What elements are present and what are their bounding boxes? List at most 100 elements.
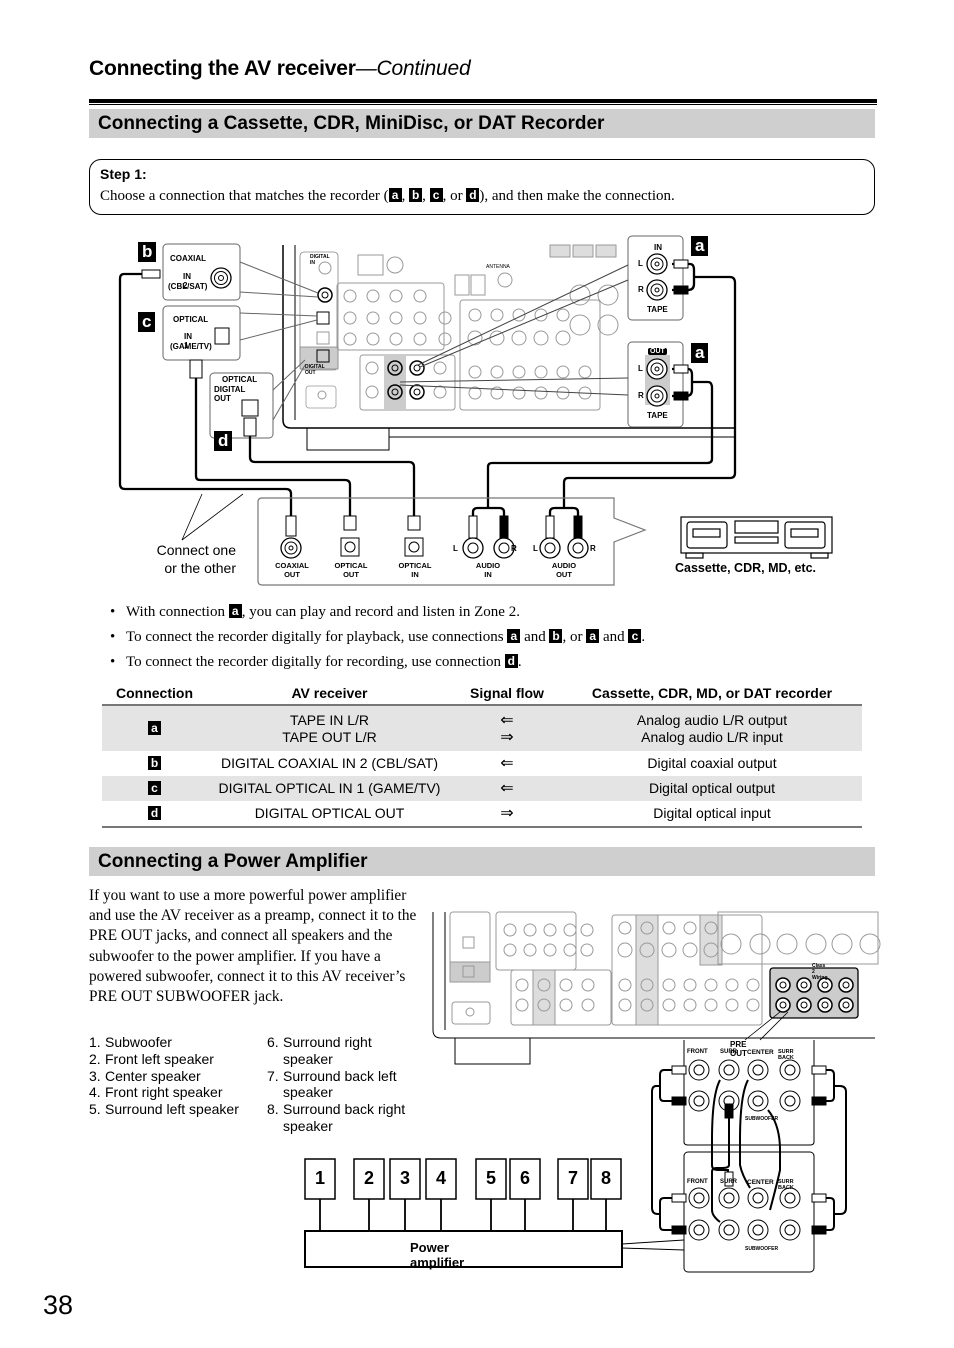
label-cbl-sat: (CBL/SAT) [168,282,208,291]
table-row: b DIGITAL COAXIAL IN 2 (CBL/SAT) ⇐ Digit… [102,751,862,776]
badge-b: b [138,242,157,262]
amp-channel-number: 2 [363,1168,374,1188]
jack-label-audio-out: AUDIO OUT [538,561,590,579]
legend-num: 6. [267,1034,279,1050]
cell-flow: ⇐ [500,755,514,772]
table-row: d DIGITAL OPTICAL OUT ⇒ Digital optical … [102,801,862,828]
legend-item: 7. Surround back left speaker [267,1068,417,1102]
label-tape: TAPE [647,411,668,420]
jack-label-coaxial-out: COAXIAL OUT [266,561,318,579]
badge-d: d [214,431,233,451]
table-row: c DIGITAL OPTICAL IN 1 (GAME/TV) ⇐ Digit… [102,776,862,801]
legend-item: 1. Subwoofer [89,1034,239,1051]
bullet-list: • With connection a, you can play and rec… [110,600,645,675]
column-header: Cassette, CDR, MD, or DAT recorder [562,683,862,706]
label-optical: OPTICAL [173,315,209,324]
table-header-row: Connection AV receiver Signal flow Casse… [102,683,862,706]
legend-item: 2. Front left speaker [89,1051,239,1068]
legend-num: 7. [267,1067,279,1084]
badge-a: a [148,721,161,735]
cell-line: TAPE IN L/R [289,711,370,728]
legend-item: 6. Surround right speaker [267,1034,417,1068]
label-l: L [453,544,458,553]
jack-label-line: OUT [556,569,572,579]
connect-one-note: Connect one or the other [148,541,236,577]
label-digital-out: DIGITAL OUT [214,385,246,403]
label-class2-wiring: Class 2 Wiring [812,963,828,981]
label-front: FRONT [687,1179,708,1185]
column-header: AV receiver [207,683,452,706]
label-l: L [638,259,643,268]
legend-num: 3. [89,1067,101,1084]
cell-flow: ⇒ [452,801,562,828]
bullet-text: With connection [126,604,229,620]
legend-num: 8. [267,1101,279,1118]
legend-text: Front right speaker [105,1084,223,1101]
label-center: CENTER [747,1049,774,1056]
badge-b: b [549,629,563,643]
label-tape-out: OUT [648,348,667,355]
column-header: Connection [102,683,207,706]
pre-out-cables [651,1069,847,1231]
badge-a: a [507,629,521,643]
label-digital-in: DIGITAL IN [310,254,330,266]
bullet-dot: • [110,604,116,620]
speaker-legend-col1: 1. Subwoofer 2. Front left speaker 3. Cente… [89,1034,239,1118]
amp-channel-number: 3 [399,1168,410,1188]
label-r: R [638,285,644,294]
legend-text: Surround left speaker [105,1101,239,1118]
badge-a: a [228,604,242,618]
bullet-text: , or [562,629,587,645]
amp-channel-number: 4 [435,1168,446,1188]
jack-label-audio-in: AUDIO IN [462,561,514,579]
jack-label-line: OUT [343,569,359,579]
bullet-text: , you can play and record and listen in … [241,604,520,620]
badge-d: d [504,654,518,668]
bullet-text: and [520,629,550,645]
label-r: R [638,391,644,400]
cell-connection: d [102,801,207,828]
cell-line: Analog audio L/R output [636,711,788,728]
badge-d: d [148,806,161,820]
cell-receiver: DIGITAL OPTICAL IN 1 (GAME/TV) [207,776,452,801]
badge-c: c [628,629,642,643]
connect-one-line1: Connect one [156,542,236,558]
jack-label-line: IN [484,569,492,579]
badge-b: b [148,756,161,770]
label-subwoofer: SUBWOOFER [745,1116,779,1122]
label-tape-in: IN [654,243,662,252]
label-surr-back: SURR BACK [778,1049,794,1061]
arrow-left-icon: ⇐ [500,711,514,729]
recorder-caption: Cassette, CDR, MD, etc. [675,561,817,575]
label-subwoofer: SUBWOOFER [745,1246,779,1252]
recorder-connection-diagram [118,235,833,586]
cell-receiver: TAPE IN L/R TAPE OUT L/R [207,705,452,751]
jack-label-optical-out: OPTICAL OUT [325,561,377,579]
legend-num: 5. [89,1101,101,1118]
legend-text: Center speaker [105,1067,201,1084]
cell-recorder: Digital optical output [562,776,862,801]
amp-channel-number: 1 [314,1168,325,1188]
badge-a: a [691,236,709,256]
badge-c: c [148,781,161,795]
cell-line: Analog audio L/R input [641,728,783,745]
label-tape: TAPE [647,305,668,314]
cell-receiver: DIGITAL COAXIAL IN 2 (CBL/SAT) [220,755,439,771]
label-optical-out: OPTICAL [222,375,258,384]
cell-flow: ⇐ [452,776,562,801]
bullet-text: To connect the recorder digitally for pl… [126,629,508,645]
legend-item: 8. Surround back right speaker [267,1101,417,1135]
speaker-legend-col2: 6. Surround right speaker 7. Surround back… [267,1034,417,1135]
cell-recorder: Digital optical input [562,801,862,828]
connect-one-line2: or the other [164,560,236,576]
cell-receiver: DIGITAL OPTICAL OUT [207,801,452,828]
jack-label-optical-in: OPTICAL IN [389,561,441,579]
label-r: R [590,544,596,553]
bullet-dot: • [110,629,116,645]
label-game-tv: (GAME/TV) [170,342,212,351]
connection-table: Connection AV receiver Signal flow Casse… [102,683,862,828]
label-l: L [638,364,643,373]
label-surr: SURR [720,1049,738,1055]
receiver-rear-panel-2 [432,911,881,1065]
bullet-item: • To connect the recorder digitally for r… [110,650,645,675]
